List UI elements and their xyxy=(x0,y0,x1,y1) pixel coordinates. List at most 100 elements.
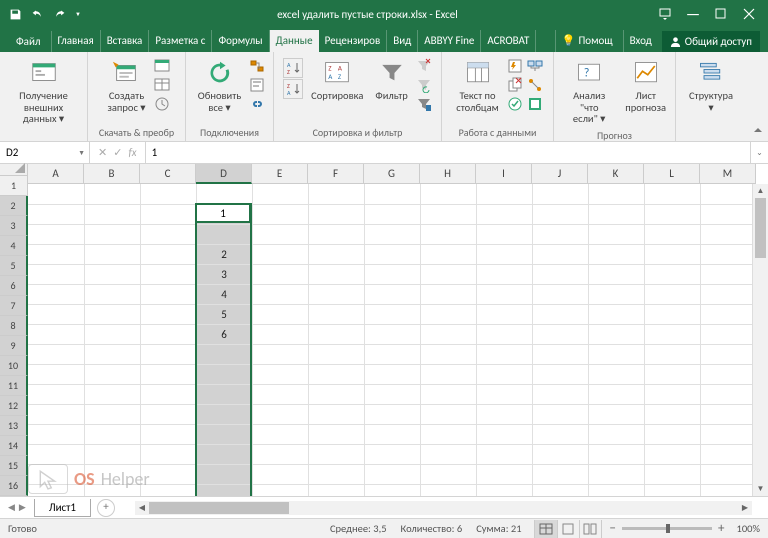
cell[interactable] xyxy=(476,484,532,496)
cell[interactable] xyxy=(308,204,364,224)
cell[interactable] xyxy=(532,304,588,324)
sheet-tab[interactable]: Лист1 xyxy=(34,499,91,517)
cell[interactable] xyxy=(644,204,700,224)
cell[interactable] xyxy=(196,404,252,424)
cell[interactable] xyxy=(588,284,644,304)
cell[interactable] xyxy=(196,344,252,364)
outline-button[interactable]: Структура ▾ xyxy=(685,56,737,115)
cell[interactable] xyxy=(252,444,308,464)
cell[interactable] xyxy=(532,364,588,384)
cell[interactable] xyxy=(476,384,532,404)
cell[interactable] xyxy=(364,384,420,404)
sign-in[interactable]: Вход xyxy=(623,30,658,52)
maximize-icon[interactable] xyxy=(714,7,728,21)
recent-sources-icon[interactable] xyxy=(154,96,170,112)
tab-рецензиров[interactable]: Рецензиров xyxy=(319,30,388,52)
properties-icon[interactable] xyxy=(249,77,265,93)
cell[interactable] xyxy=(252,384,308,404)
cell[interactable] xyxy=(476,364,532,384)
cell[interactable] xyxy=(644,424,700,444)
cell[interactable] xyxy=(644,464,700,484)
close-icon[interactable] xyxy=(742,7,756,21)
cell[interactable] xyxy=(252,244,308,264)
refresh-all-button[interactable]: Обновить все ▾ xyxy=(194,56,245,115)
row-header[interactable]: 13 xyxy=(0,416,28,436)
cell[interactable] xyxy=(420,444,476,464)
cell[interactable] xyxy=(420,224,476,244)
edit-links-icon[interactable] xyxy=(249,96,265,112)
chevron-down-icon[interactable]: ▼ xyxy=(78,148,85,157)
fx-icon[interactable]: fx xyxy=(128,146,136,159)
cell[interactable] xyxy=(252,224,308,244)
cell[interactable] xyxy=(308,484,364,496)
col-header[interactable]: A xyxy=(28,164,84,184)
cell[interactable] xyxy=(28,444,84,464)
cell[interactable] xyxy=(476,444,532,464)
cell[interactable] xyxy=(420,204,476,224)
formula-input[interactable]: 1 xyxy=(146,142,750,163)
cell[interactable] xyxy=(644,264,700,284)
cell[interactable] xyxy=(252,324,308,344)
manage-model-icon[interactable] xyxy=(527,96,543,112)
cell[interactable] xyxy=(476,424,532,444)
zoom-in-button[interactable]: + xyxy=(718,521,724,536)
cell[interactable] xyxy=(476,404,532,424)
col-header[interactable]: E xyxy=(252,164,308,184)
cell[interactable] xyxy=(252,264,308,284)
cell[interactable] xyxy=(364,484,420,496)
cell[interactable] xyxy=(308,444,364,464)
cell[interactable] xyxy=(364,204,420,224)
row-header[interactable]: 6 xyxy=(0,276,28,296)
cell[interactable] xyxy=(84,444,140,464)
cell[interactable] xyxy=(252,424,308,444)
cell[interactable] xyxy=(420,384,476,404)
cell[interactable] xyxy=(252,304,308,324)
cell[interactable] xyxy=(532,224,588,244)
cell[interactable] xyxy=(140,224,196,244)
scroll-up-icon[interactable]: ▲ xyxy=(753,184,768,198)
cell[interactable] xyxy=(420,424,476,444)
col-header[interactable]: G xyxy=(364,164,420,184)
cell[interactable] xyxy=(84,324,140,344)
cell[interactable] xyxy=(700,464,756,484)
cell[interactable] xyxy=(700,424,756,444)
row-header[interactable]: 8 xyxy=(0,316,28,336)
cell[interactable] xyxy=(532,444,588,464)
tab-вставка[interactable]: Вставка xyxy=(101,30,150,52)
col-header[interactable]: H xyxy=(420,164,476,184)
minimize-icon[interactable] xyxy=(686,7,700,21)
cell[interactable] xyxy=(420,404,476,424)
col-header[interactable]: B xyxy=(84,164,140,184)
cell[interactable] xyxy=(532,424,588,444)
cell[interactable] xyxy=(84,204,140,224)
cell[interactable] xyxy=(196,184,252,204)
expand-formula-icon[interactable]: ⌄ xyxy=(750,142,768,163)
col-header[interactable]: I xyxy=(476,164,532,184)
col-header[interactable]: J xyxy=(532,164,588,184)
share-button[interactable]: Общий доступ xyxy=(662,31,760,52)
cell[interactable] xyxy=(700,444,756,464)
cell[interactable] xyxy=(140,264,196,284)
zoom-out-button[interactable]: − xyxy=(610,521,616,536)
cell[interactable] xyxy=(700,244,756,264)
cell[interactable] xyxy=(140,324,196,344)
cell[interactable]: 3 xyxy=(196,264,252,284)
cell[interactable] xyxy=(420,284,476,304)
text-to-columns-button[interactable]: Текст по столбцам xyxy=(452,56,503,115)
cell[interactable] xyxy=(140,304,196,324)
cell[interactable] xyxy=(476,284,532,304)
cell[interactable] xyxy=(84,464,140,484)
cell[interactable] xyxy=(28,304,84,324)
cell[interactable] xyxy=(700,384,756,404)
cell[interactable] xyxy=(588,204,644,224)
cell[interactable] xyxy=(28,424,84,444)
cell[interactable] xyxy=(476,244,532,264)
cell[interactable] xyxy=(84,264,140,284)
cell[interactable] xyxy=(700,224,756,244)
cell[interactable] xyxy=(644,404,700,424)
cell[interactable] xyxy=(644,244,700,264)
cell[interactable] xyxy=(532,244,588,264)
cell[interactable] xyxy=(84,344,140,364)
enter-icon[interactable]: ✓ xyxy=(113,146,122,159)
col-header[interactable]: K xyxy=(588,164,644,184)
